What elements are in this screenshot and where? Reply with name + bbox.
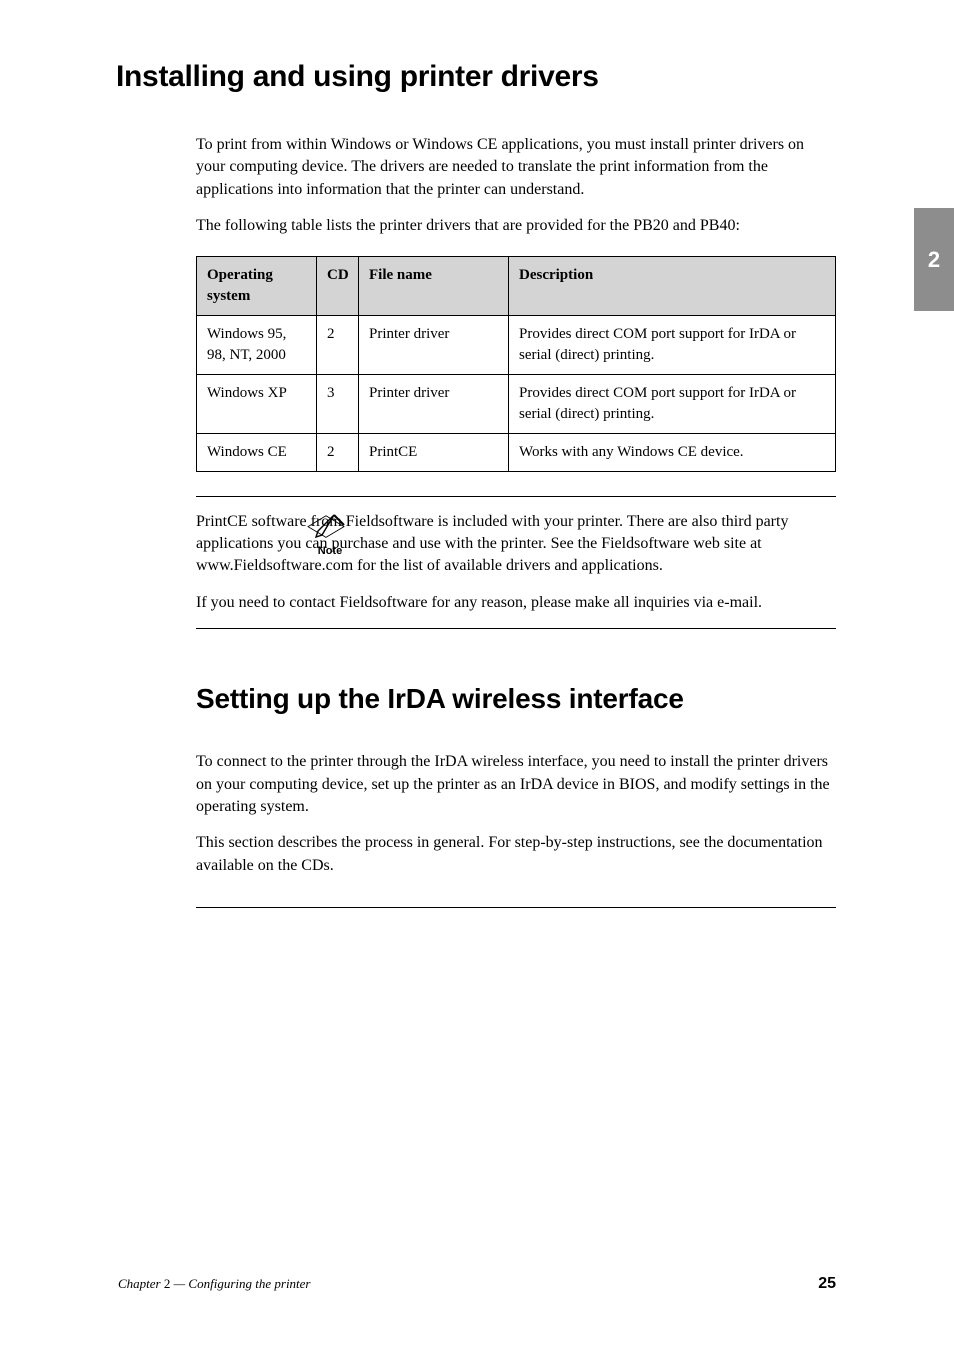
- irda-para-1: To connect to the printer through the Ir…: [196, 751, 836, 818]
- td-desc: Provides direct COM port support for IrD…: [509, 374, 836, 433]
- intro-para-2: The following table lists the printer dr…: [196, 215, 836, 237]
- footer-chapter: Chapter 2 — Configuring the printer: [118, 1276, 311, 1292]
- note-block: Note PrintCE software from Fieldsoftware…: [196, 496, 836, 630]
- table-header-row: Operating system CD File name Descriptio…: [197, 256, 836, 315]
- th-cd: CD: [317, 256, 359, 315]
- th-desc: Description: [509, 256, 836, 315]
- side-tab: 2: [914, 208, 954, 311]
- section-heading-irda: Setting up the IrDA wireless interface: [196, 683, 836, 715]
- page: 2 Installing and using printer drivers T…: [0, 0, 954, 1355]
- drivers-table-wrap: Operating system CD File name Descriptio…: [196, 256, 836, 472]
- footer-prefix: Chapter: [118, 1276, 164, 1291]
- side-tab-number: 2: [928, 247, 940, 273]
- td-os: Windows XP: [197, 374, 317, 433]
- th-file: File name: [359, 256, 509, 315]
- td-os: Windows 95, 98, NT, 2000: [197, 315, 317, 374]
- footer-suffix: — Configuring the printer: [170, 1276, 310, 1291]
- td-cd: 3: [317, 374, 359, 433]
- body-bottom-rule: [196, 907, 836, 908]
- td-file: Printer driver: [359, 374, 509, 433]
- table-row: Windows XP 3 Printer driver Provides dir…: [197, 374, 836, 433]
- drivers-table: Operating system CD File name Descriptio…: [196, 256, 836, 472]
- pencil-icon: [304, 511, 348, 543]
- td-os: Windows CE: [197, 433, 317, 471]
- note-para-1: PrintCE software from Fieldsoftware is i…: [196, 511, 836, 578]
- note-icon: Note: [304, 511, 356, 557]
- th-os: Operating system: [197, 256, 317, 315]
- td-desc: Provides direct COM port support for IrD…: [509, 315, 836, 374]
- note-para-2: If you need to contact Fieldsoftware for…: [196, 592, 836, 614]
- section-heading-installing: Installing and using printer drivers: [116, 60, 836, 94]
- note-rule-bottom: [196, 628, 836, 629]
- td-cd: 2: [317, 315, 359, 374]
- table-row: Windows CE 2 PrintCE Works with any Wind…: [197, 433, 836, 471]
- irda-para-2: This section describes the process in ge…: [196, 832, 836, 877]
- table-row: Windows 95, 98, NT, 2000 2 Printer drive…: [197, 315, 836, 374]
- page-number: 25: [818, 1275, 836, 1293]
- note-rule-top: [196, 496, 836, 497]
- page-footer: Chapter 2 — Configuring the printer 25: [118, 1275, 836, 1293]
- td-file: Printer driver: [359, 315, 509, 374]
- td-file: PrintCE: [359, 433, 509, 471]
- intro-para-1: To print from within Windows or Windows …: [196, 134, 836, 201]
- td-cd: 2: [317, 433, 359, 471]
- td-desc: Works with any Windows CE device.: [509, 433, 836, 471]
- note-icon-label: Note: [304, 545, 356, 557]
